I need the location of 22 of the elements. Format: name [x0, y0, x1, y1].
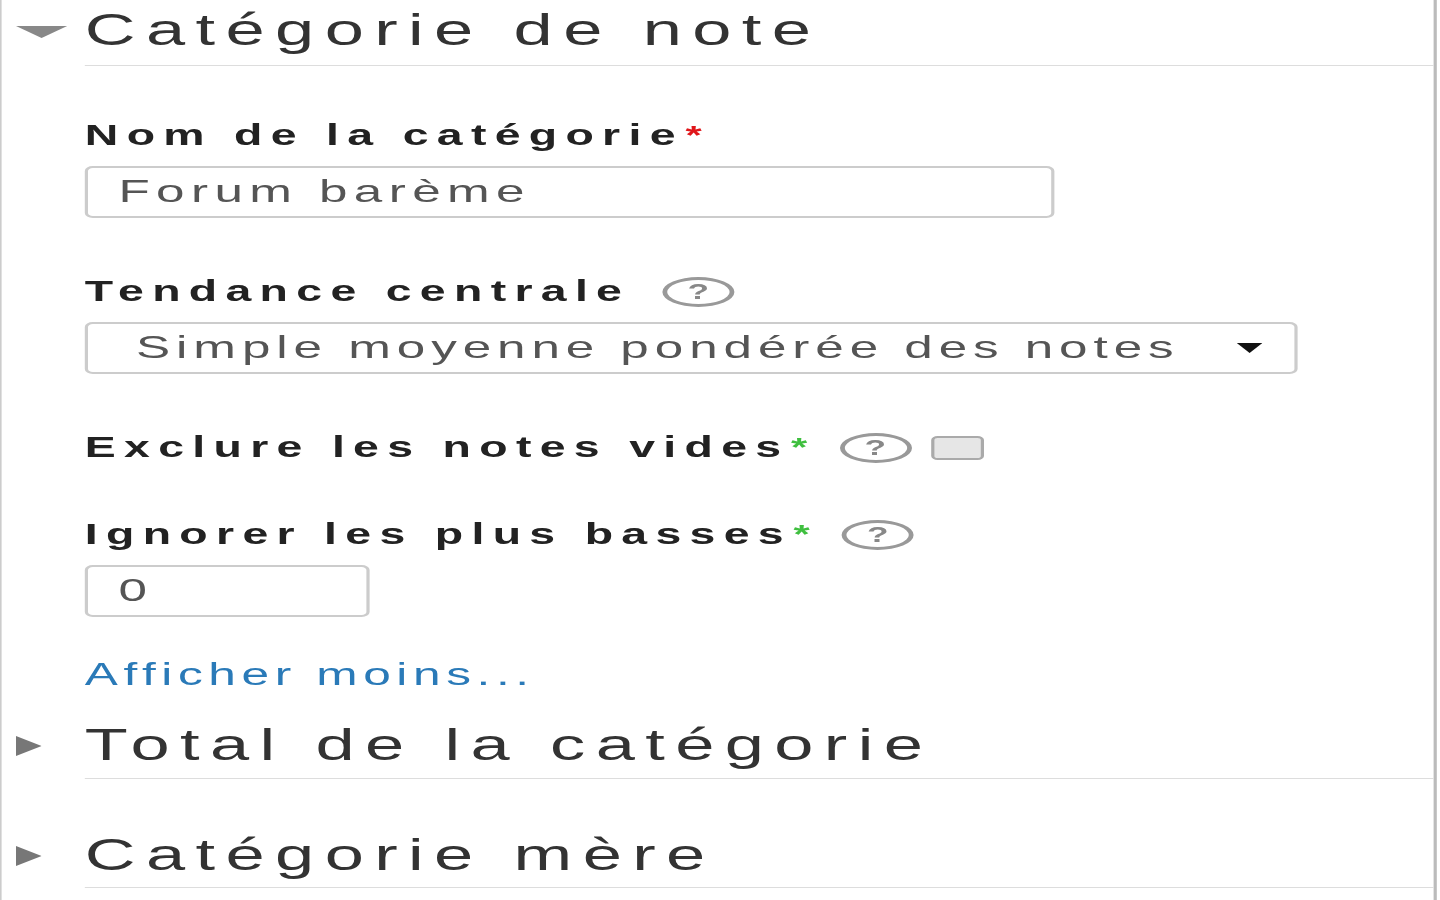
field-label: Nom de la catégorie [84, 119, 684, 153]
caret-icon [1236, 342, 1263, 353]
show-less-link[interactable]: Afficher moins... [84, 656, 535, 693]
collapse-triangle-icon[interactable] [16, 26, 68, 38]
field-label: Exclure les notes vides [84, 431, 790, 465]
help-icon[interactable]: ? [662, 276, 735, 307]
input-field[interactable]: 0 [84, 564, 370, 617]
required-mark: * [685, 120, 702, 152]
section-title[interactable]: Catégorie de note [84, 0, 1434, 66]
input-field[interactable]: Forum barème [84, 165, 1055, 218]
help-icon[interactable]: ? [841, 519, 914, 550]
help-icon[interactable]: ? [839, 432, 912, 463]
field-label: Ignorer les plus basses [84, 518, 792, 552]
expand-triangle-icon[interactable] [16, 845, 42, 866]
section-title[interactable]: Total de la catégorie [84, 708, 1434, 779]
checkbox[interactable] [930, 435, 984, 460]
required-mark: * [793, 519, 810, 551]
select-field[interactable]: Simple moyenne pondérée des notes [84, 321, 1298, 374]
section-title[interactable]: Catégorie mère [84, 818, 1434, 889]
field-label: Tendance centrale [84, 275, 631, 309]
expand-triangle-icon[interactable] [16, 735, 42, 756]
required-mark: * [791, 432, 808, 464]
